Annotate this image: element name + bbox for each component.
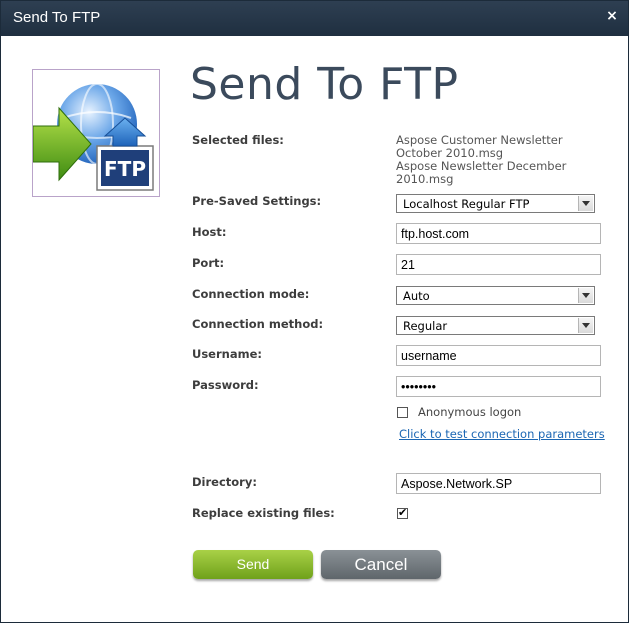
- password-label: Password:: [192, 378, 259, 392]
- connection-method-value: Regular: [403, 319, 448, 333]
- ftp-globe-icon: FTP: [32, 83, 154, 191]
- host-label: Host:: [192, 225, 227, 239]
- port-input[interactable]: 21: [396, 254, 601, 275]
- connection-mode-label: Connection mode:: [192, 287, 310, 301]
- password-input[interactable]: ••••••••: [396, 376, 601, 397]
- username-input[interactable]: username: [396, 345, 601, 366]
- selected-file-item: Aspose Customer Newsletter October 2010.…: [396, 133, 563, 160]
- connection-mode-select[interactable]: Auto: [396, 286, 595, 305]
- chevron-down-icon[interactable]: [578, 288, 593, 303]
- page-title: Send To FTP: [190, 59, 459, 110]
- anonymous-logon-checkbox[interactable]: [397, 407, 408, 418]
- ftp-logo: FTP: [32, 69, 160, 197]
- window-title: Send To FTP: [13, 9, 101, 26]
- replace-existing-checkbox[interactable]: [397, 506, 408, 519]
- connection-mode-value: Auto: [403, 289, 430, 303]
- title-bar[interactable]: Send To FTP ×: [1, 1, 628, 36]
- close-icon[interactable]: ×: [605, 9, 619, 23]
- test-connection-link[interactable]: Click to test connection parameters: [399, 427, 605, 441]
- cancel-button[interactable]: Cancel: [321, 550, 441, 579]
- presaved-settings-label: Pre-Saved Settings:: [192, 194, 322, 208]
- presaved-settings-value: Localhost Regular FTP: [403, 197, 530, 211]
- username-label: Username:: [192, 347, 262, 361]
- connection-method-label: Connection method:: [192, 317, 324, 331]
- chevron-down-icon[interactable]: [578, 318, 593, 333]
- presaved-settings-select[interactable]: Localhost Regular FTP: [396, 194, 595, 213]
- selected-file-item: Aspose Newsletter December 2010.msg: [396, 159, 567, 186]
- selected-files-list: Aspose Customer Newsletter October 2010.…: [396, 134, 601, 186]
- port-label: Port:: [192, 256, 225, 270]
- host-input[interactable]: ftp.host.com: [396, 223, 601, 244]
- chevron-down-icon[interactable]: [578, 196, 593, 211]
- directory-input[interactable]: Aspose.Network.SP: [396, 473, 601, 494]
- send-to-ftp-dialog: Send To FTP × FTP Send To FTP Selected f…: [0, 0, 629, 623]
- send-button[interactable]: Send: [193, 550, 313, 579]
- anonymous-logon-label: Anonymous logon: [418, 405, 522, 419]
- selected-files-label: Selected files:: [192, 133, 284, 147]
- replace-existing-label: Replace existing files:: [192, 506, 335, 520]
- connection-method-select[interactable]: Regular: [396, 316, 595, 335]
- ftp-badge-text: FTP: [104, 157, 146, 181]
- directory-label: Directory:: [192, 475, 257, 489]
